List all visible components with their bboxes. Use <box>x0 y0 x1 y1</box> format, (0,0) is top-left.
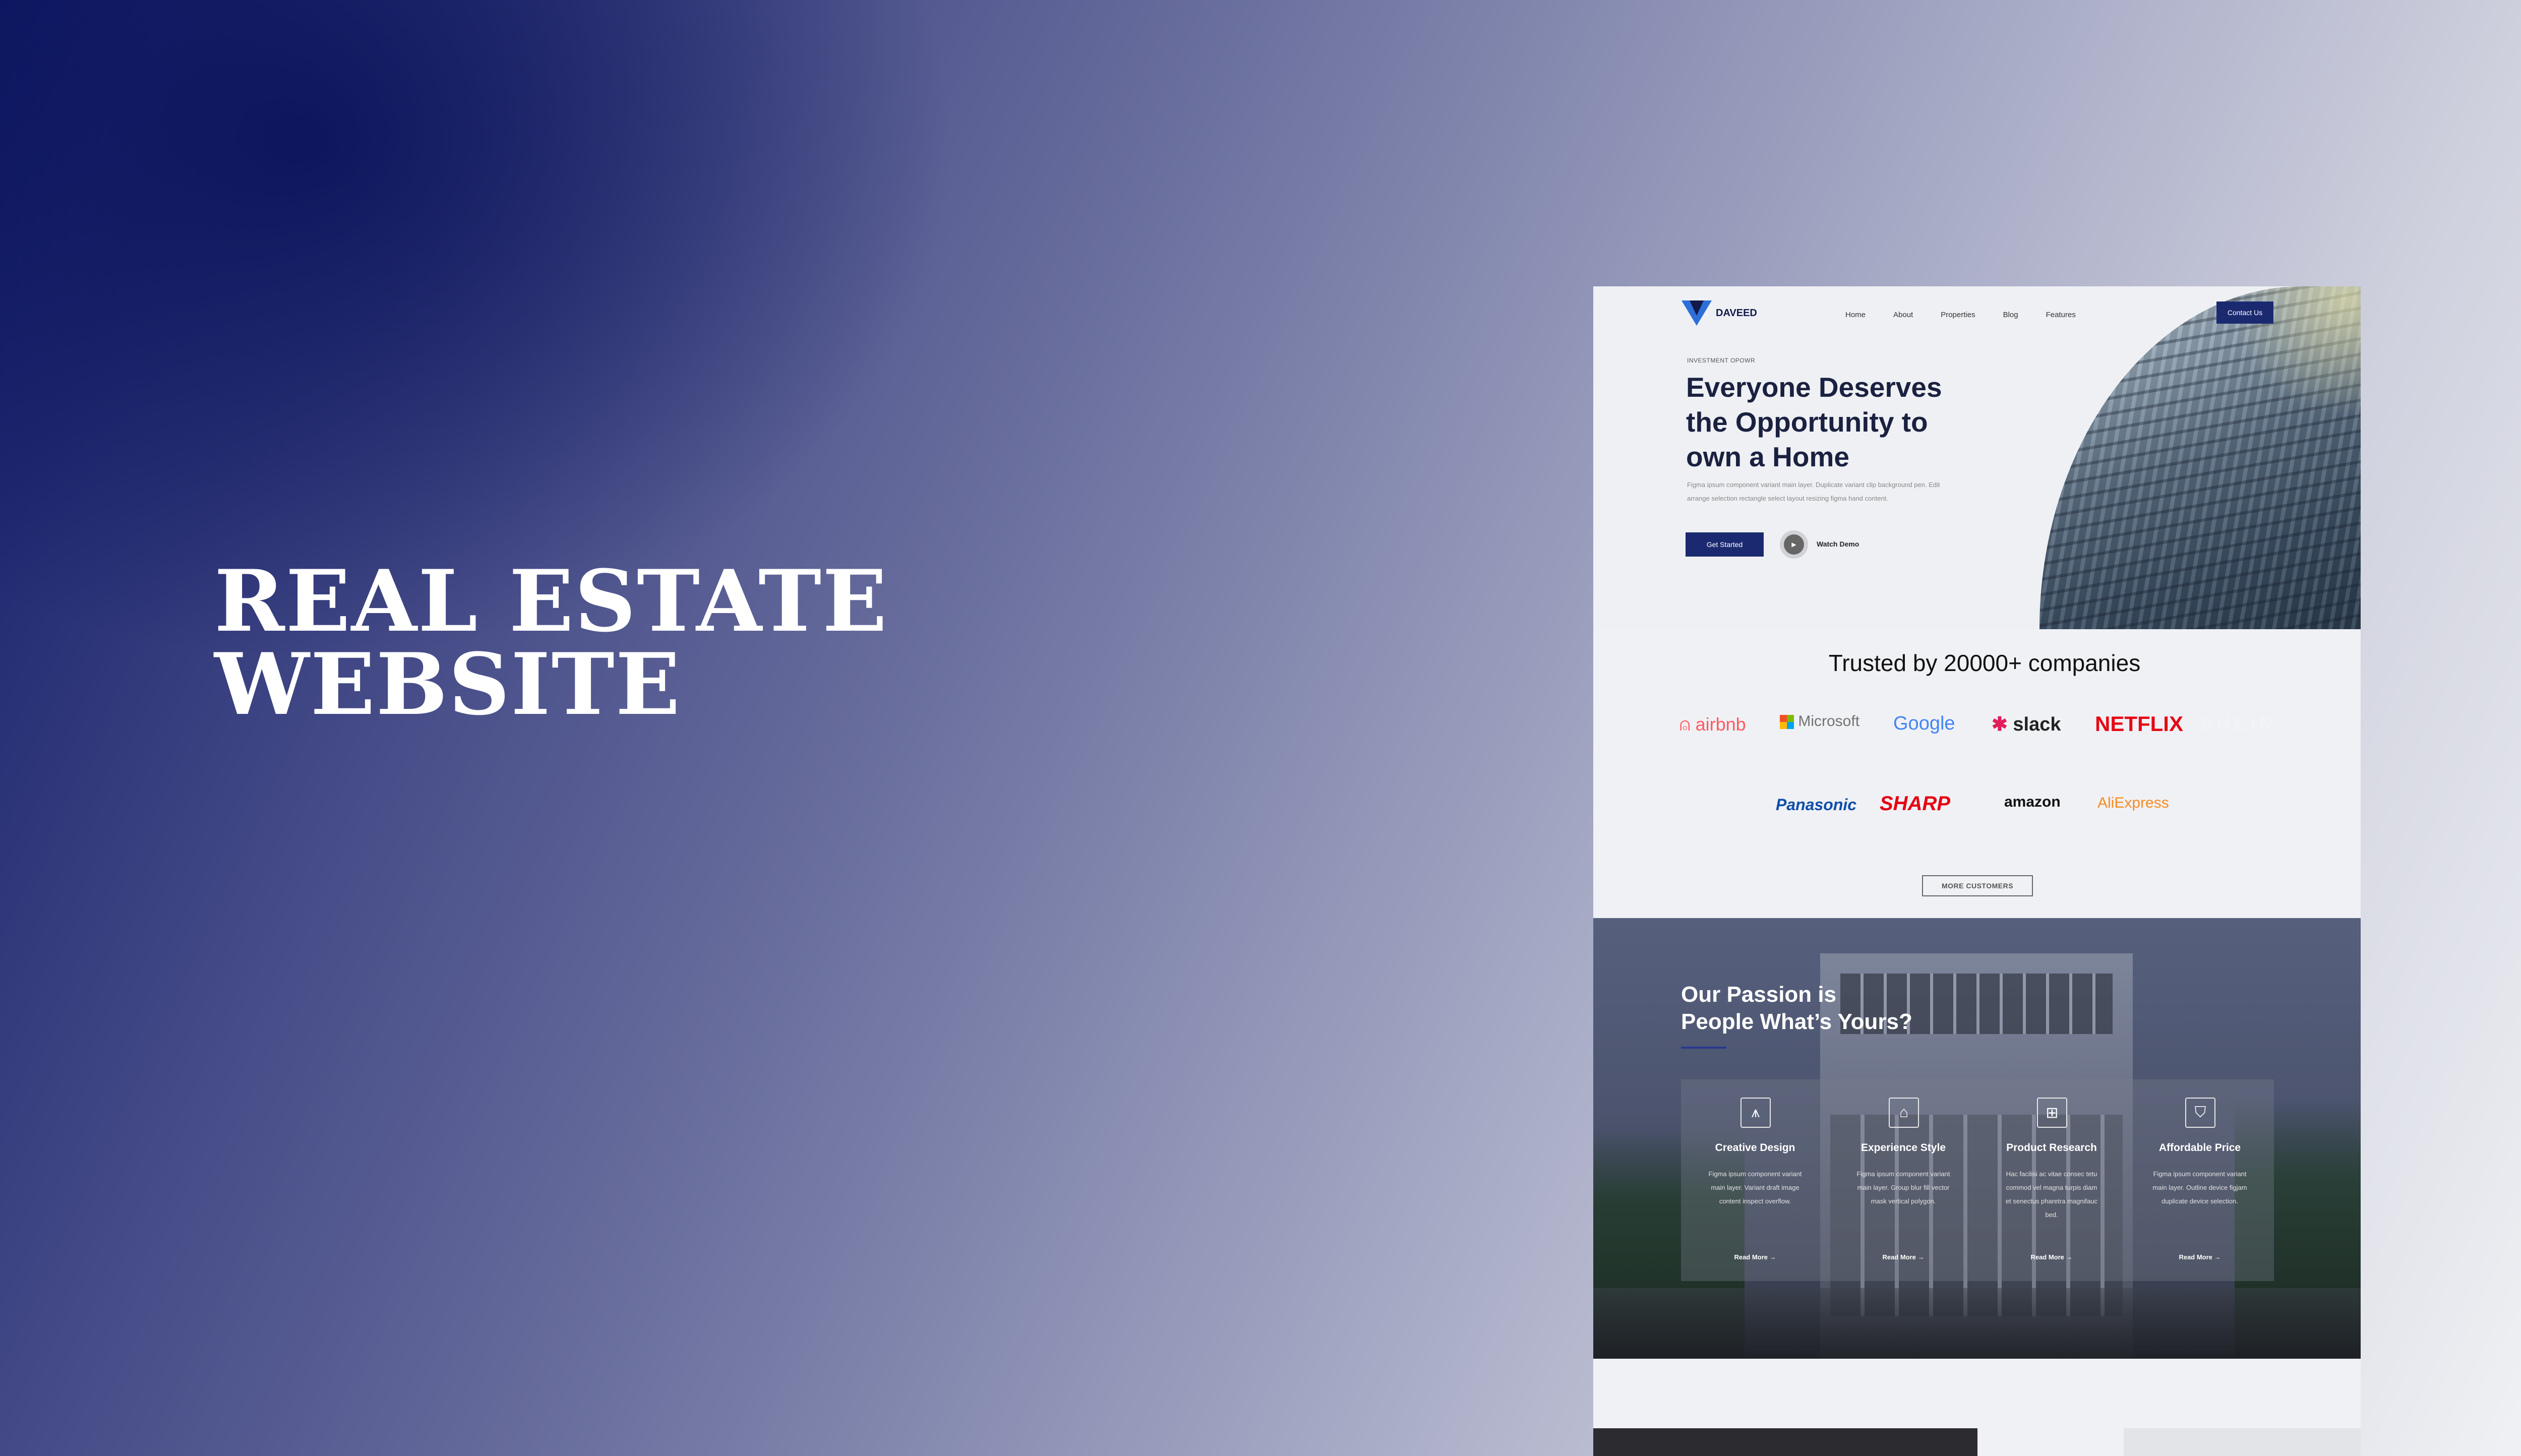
brand-slack: ✱ slack <box>1992 713 2061 736</box>
slide-title: REAL ESTATE WEBSITE <box>214 551 888 734</box>
next-section-image <box>1593 1428 1977 1456</box>
card-product-research: ⊞ Product Research Hac facilisi ac vitae… <box>1977 1079 2126 1281</box>
card-title: Affordable Price <box>2158 1142 2241 1154</box>
read-more-link[interactable]: Read More → <box>1724 1252 1786 1262</box>
brand-sharp: SHARP <box>1880 793 1951 815</box>
brand-amazon: amazon <box>2004 794 2061 810</box>
card-title: Product Research <box>2006 1142 2097 1154</box>
read-more-label: Read More <box>2179 1253 2212 1261</box>
brand-microsoft: Microsoft <box>1780 713 1859 730</box>
more-customers-button[interactable]: MORE CUSTOMERS <box>1922 875 2033 896</box>
card-text: Figma ipsum component variant main layer… <box>1856 1170 1950 1205</box>
nav-features[interactable]: Features <box>2046 311 2076 319</box>
contact-button[interactable]: Contact Us <box>2216 301 2273 324</box>
slack-logo-icon: ✱ <box>1992 714 2008 735</box>
read-more-label: Read More <box>1882 1253 1916 1261</box>
passion-title-line-1: Our Passion is <box>1681 982 1837 1007</box>
nav-properties[interactable]: Properties <box>1941 311 1975 319</box>
read-more-link[interactable]: Read More → <box>2020 1252 2083 1262</box>
card-text: Hac facilisi ac vitae consec tetu commod… <box>2005 1170 2098 1219</box>
home-style-icon: ⌂ <box>1889 1098 1919 1128</box>
title-underline <box>1681 1047 1726 1049</box>
read-more-link[interactable]: Read More → <box>2169 1252 2231 1262</box>
brand-airbnb-label: airbnb <box>1695 714 1746 735</box>
card-creative-design: ⩚ Creative Design Figma ipsum component … <box>1681 1079 1829 1281</box>
feature-cards: ⩚ Creative Design Figma ipsum component … <box>1681 1079 2274 1281</box>
brand-airbnb: ⍝ airbnb <box>1679 714 1746 735</box>
price-icon: ⛉ <box>2185 1098 2215 1128</box>
watch-demo-link[interactable]: Watch Demo <box>1817 540 1859 548</box>
microsoft-logo-icon <box>1780 715 1794 730</box>
play-icon[interactable]: ▶ <box>1784 534 1804 555</box>
brand-microsoft-label: Microsoft <box>1798 713 1860 730</box>
nav-blog[interactable]: Blog <box>2003 311 2018 319</box>
card-experience-style: ⌂ Experience Style Figma ipsum component… <box>1829 1079 1977 1281</box>
slide-title-line-1: REAL ESTATE <box>214 551 888 651</box>
read-more-label: Read More <box>1734 1253 1768 1261</box>
nav-home[interactable]: Home <box>1845 311 1866 319</box>
drafting-compass-icon: ⩚ <box>1740 1098 1771 1128</box>
nav-about[interactable]: About <box>1893 311 1913 319</box>
next-section-panel <box>2124 1428 2361 1456</box>
main-nav: Home About Properties Blog Features <box>1845 311 2104 319</box>
card-text: Figma ipsum component variant main layer… <box>2152 1170 2247 1205</box>
brand-shein: SHEIN <box>2201 713 2277 734</box>
hero-title: Everyone Deserves the Opportunity to own… <box>1686 372 1942 472</box>
logo[interactable]: DAVEED <box>1682 300 1757 326</box>
card-text: Figma ipsum component variant main layer… <box>1708 1170 1802 1205</box>
brand-slack-label: slack <box>2013 714 2061 735</box>
card-title: Experience Style <box>1860 1142 1946 1154</box>
get-started-button[interactable]: Get Started <box>1686 532 1764 557</box>
brand-google: Google <box>1893 713 1955 734</box>
brand-panasonic: Panasonic <box>1776 796 1857 814</box>
logo-name: DAVEED <box>1716 308 1757 319</box>
passion-section: Our Passion is People What’s Yours? ⩚ Cr… <box>1593 918 2361 1359</box>
building-image <box>2039 286 2361 629</box>
trusted-title: Trusted by 20000+ companies <box>1828 650 2141 676</box>
brand-aliexpress: AliExpress <box>2097 795 2169 811</box>
read-more-label: Read More <box>2030 1253 2064 1261</box>
passion-title-line-2: People What’s Yours? <box>1681 1009 1912 1034</box>
research-icon: ⊞ <box>2037 1098 2067 1128</box>
slide-title-line-2: WEBSITE <box>214 634 681 734</box>
hero-text: Figma ipsum component variant main layer… <box>1687 481 1940 502</box>
passion-title: Our Passion is People What’s Yours? <box>1681 981 1912 1036</box>
hero-eyebrow: INVESTMENT OPOWR <box>1687 357 1756 364</box>
card-affordable-price: ⛉ Affordable Price Figma ipsum component… <box>2126 1079 2274 1281</box>
website-mockup: DAVEED Home About Properties Blog Featur… <box>1593 286 2361 1456</box>
hero-section: DAVEED Home About Properties Blog Featur… <box>1593 286 2361 629</box>
read-more-link[interactable]: Read More → <box>1872 1252 1935 1262</box>
logo-v-icon <box>1682 300 1712 326</box>
card-title: Creative Design <box>1715 1142 1795 1154</box>
brand-netflix: NETFLIX <box>2095 712 2183 736</box>
